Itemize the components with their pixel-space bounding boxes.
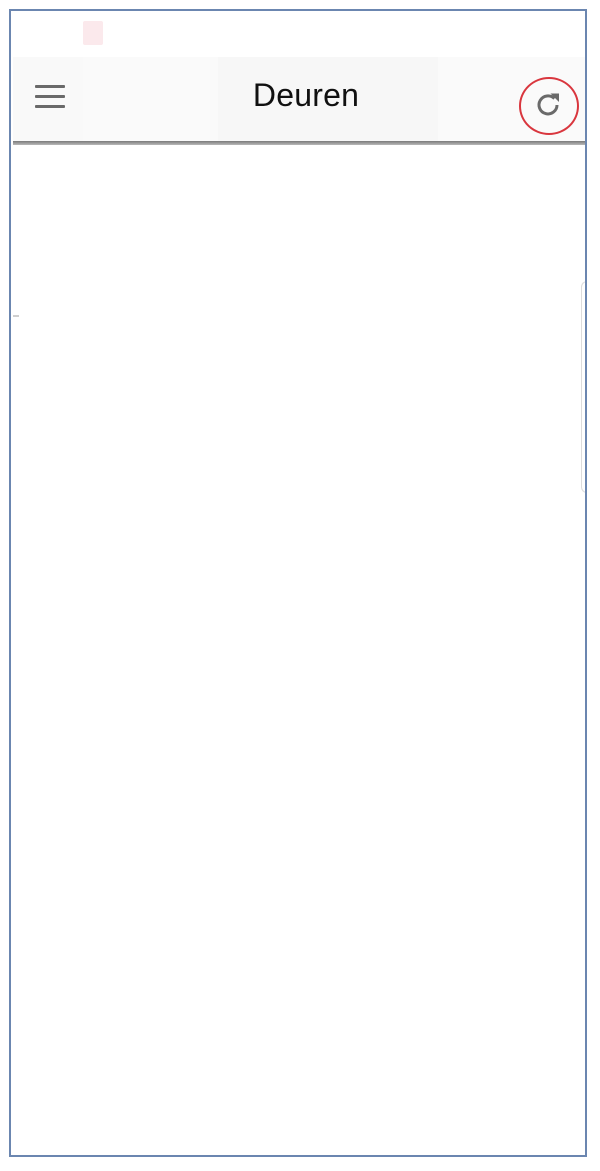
page-title: Deuren	[252, 77, 360, 113]
edge-marker	[13, 315, 19, 317]
app-bar: Deuren	[13, 57, 585, 141]
status-bar	[11, 11, 585, 55]
refresh-button[interactable]	[519, 77, 579, 137]
side-drawer-handle[interactable]	[581, 281, 585, 493]
notification-icon	[83, 21, 103, 45]
phone-screen: Deuren	[9, 9, 587, 1157]
content-area	[11, 145, 585, 1155]
refresh-icon	[537, 93, 559, 116]
